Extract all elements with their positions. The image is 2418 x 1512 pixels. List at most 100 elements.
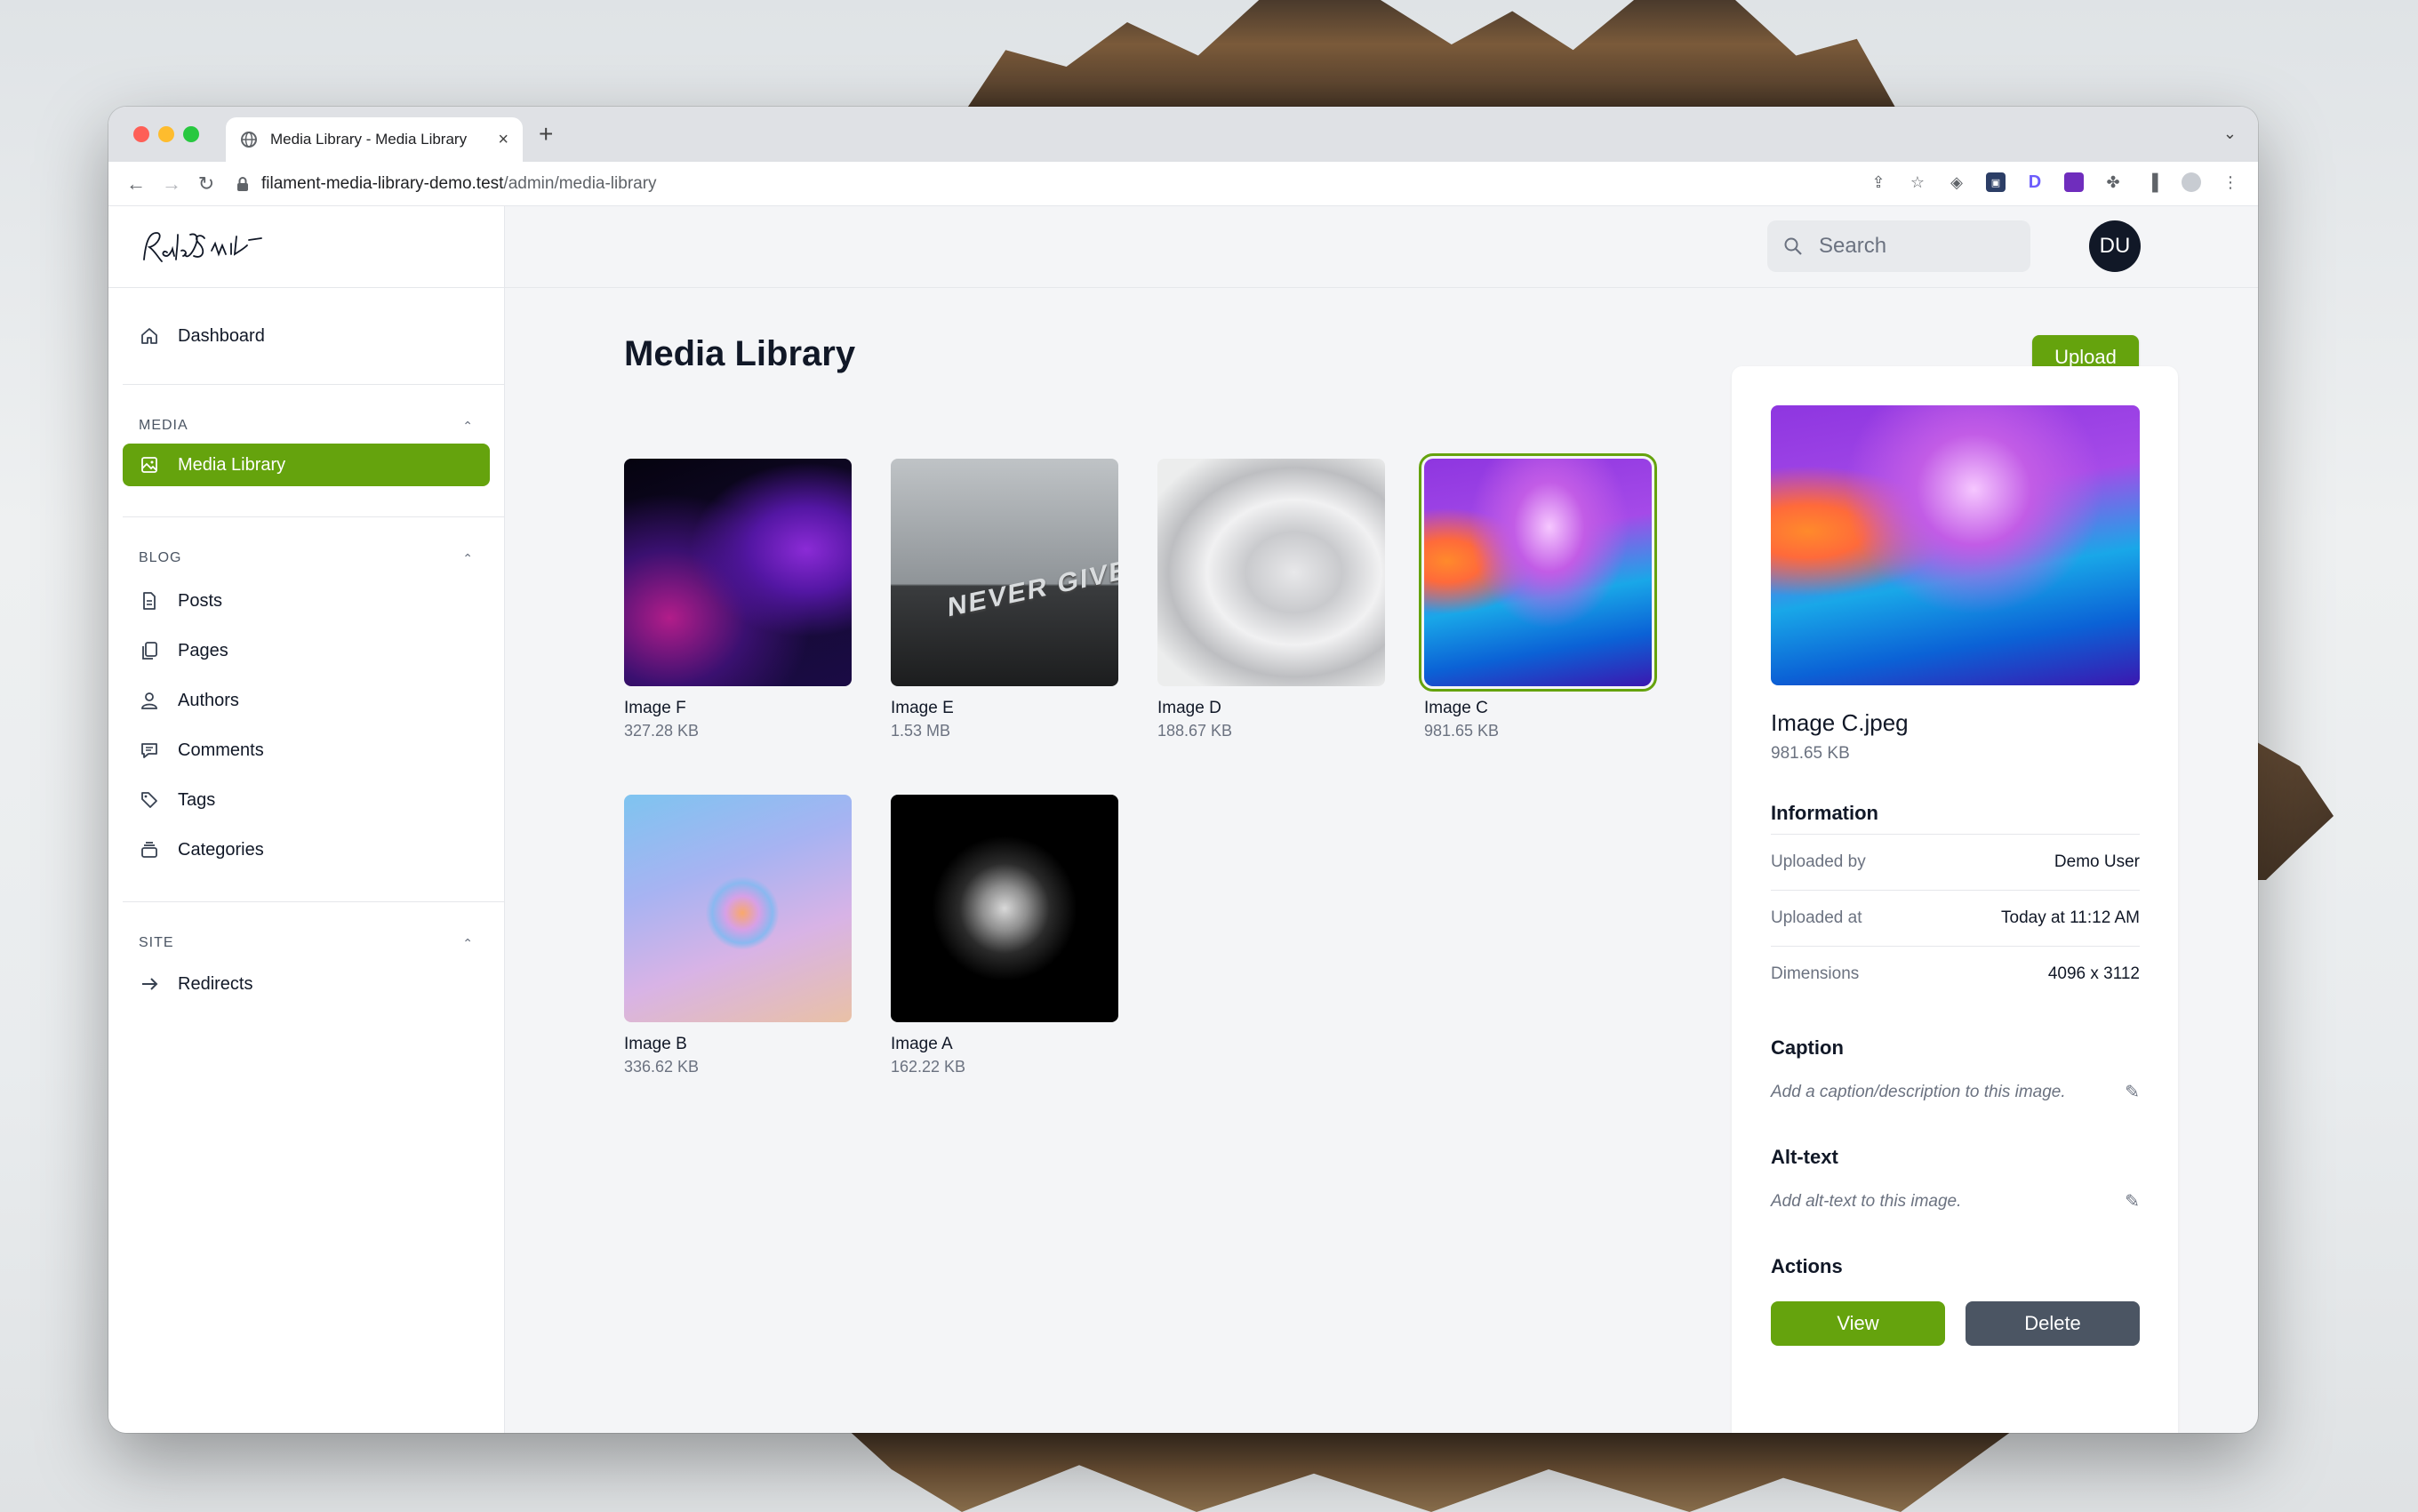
sidebar-item-authors[interactable]: Authors [108, 676, 504, 725]
thumbnail-overlay-text: NEVER GIVE UP [948, 544, 1118, 623]
details-file-size: 981.65 KB [1771, 744, 1850, 763]
back-arrow-icon[interactable]: ← [126, 172, 146, 196]
collection-icon [139, 839, 160, 860]
thumbnail-image[interactable] [624, 795, 852, 1022]
signature-logo [143, 231, 262, 262]
sidebar-group-label: SITE [139, 935, 174, 950]
brand-logo[interactable] [108, 206, 504, 288]
info-row-dimensions: Dimensions 4096 x 3112 [1771, 946, 2140, 1001]
extension-arrow-icon[interactable]: ◈ [1947, 172, 1966, 192]
view-button[interactable]: View [1771, 1301, 1945, 1346]
media-item-image-e[interactable]: NEVER GIVE UP Image E 1.53 MB [891, 459, 1118, 740]
main-content: Search DU Media Library Upload Image F 3… [505, 206, 2258, 1433]
delete-button[interactable]: Delete [1966, 1301, 2140, 1346]
sidebar-item-dashboard[interactable]: Dashboard [108, 315, 504, 357]
info-row-uploaded-by: Uploaded by Demo User [1771, 834, 2140, 889]
globe-icon [241, 132, 257, 148]
media-item-image-c[interactable]: Image C 981.65 KB [1419, 453, 1657, 740]
sidebar-item-tags[interactable]: Tags [108, 775, 504, 825]
puzzle-extensions-icon[interactable]: ✤ [2103, 172, 2123, 192]
chevron-up-icon[interactable]: ⌃ [462, 936, 474, 951]
browser-window: Media Library - Media Library × + ⌄ ← → … [108, 107, 2258, 1433]
forward-arrow-icon[interactable]: → [162, 172, 181, 196]
home-icon [139, 325, 160, 347]
extension-square-icon[interactable]: ▣ [1986, 172, 2006, 192]
sidebar: Dashboard MEDIA ⌃ Media Library BLOG ⌃ P… [108, 206, 505, 1433]
page-title: Media Library [624, 334, 856, 373]
media-item-name: Image E [891, 699, 954, 717]
thumbnail-image[interactable] [624, 459, 852, 686]
users-icon [139, 690, 160, 711]
caption-heading: Caption [1771, 1036, 1844, 1059]
side-panel-icon[interactable]: ▐ [2142, 172, 2162, 192]
pencil-icon[interactable]: ✎ [2125, 1081, 2140, 1103]
search-placeholder: Search [1819, 234, 1887, 258]
media-item-name: Image C [1424, 699, 1488, 717]
sidebar-group-blog[interactable]: BLOG ⌃ [108, 540, 504, 576]
minimize-window-button[interactable] [158, 126, 174, 142]
maximize-window-button[interactable] [183, 126, 199, 142]
top-bar: Search DU [505, 206, 2258, 288]
alt-text-placeholder: Add alt-text to this image. [1771, 1191, 1962, 1211]
url-host: filament-media-library-demo.test [261, 173, 504, 193]
search-input[interactable]: Search [1767, 220, 2030, 272]
sidebar-item-posts[interactable]: Posts [108, 576, 504, 626]
sidebar-item-redirects[interactable]: Redirects [108, 961, 504, 1007]
media-item-size: 162.22 KB [891, 1058, 966, 1076]
sidebar-item-pages[interactable]: Pages [108, 626, 504, 676]
details-panel: Image C.jpeg 981.65 KB Information Uploa… [1732, 366, 2178, 1433]
sidebar-item-label: Tags [178, 789, 216, 810]
close-tab-icon[interactable]: × [498, 130, 508, 150]
extension-d-icon[interactable]: D [2025, 172, 2045, 192]
tag-icon [139, 789, 160, 811]
thumbnail-image[interactable] [891, 795, 1118, 1022]
details-file-name: Image C.jpeg [1771, 709, 1909, 736]
media-item-image-d[interactable]: Image D 188.67 KB [1157, 459, 1385, 740]
sidebar-item-label: Categories [178, 839, 264, 860]
caption-field[interactable]: Add a caption/description to this image.… [1771, 1081, 2140, 1103]
sidebar-item-label: Redirects [178, 973, 253, 994]
kebab-menu-icon[interactable]: ⋮ [2221, 172, 2240, 192]
sidebar-item-label: Pages [178, 640, 228, 660]
media-item-image-a[interactable]: Image A 162.22 KB [891, 795, 1118, 1076]
info-row-uploaded-at: Uploaded at Today at 11:12 AM [1771, 890, 2140, 945]
sidebar-item-media-library[interactable]: Media Library [123, 444, 490, 486]
thumbnail-image[interactable]: NEVER GIVE UP [891, 459, 1118, 686]
close-window-button[interactable] [133, 126, 149, 142]
media-item-size: 336.62 KB [624, 1058, 700, 1076]
sidebar-group-media[interactable]: MEDIA ⌃ [108, 408, 504, 444]
caption-placeholder: Add a caption/description to this image. [1771, 1082, 2066, 1101]
documents-icon [139, 640, 160, 661]
browser-tab[interactable]: Media Library - Media Library × [226, 117, 523, 162]
bookmark-star-icon[interactable]: ☆ [1908, 172, 1927, 192]
chevron-up-icon[interactable]: ⌃ [462, 419, 474, 434]
info-key: Uploaded at [1771, 908, 1862, 927]
sidebar-item-comments[interactable]: Comments [108, 725, 504, 775]
media-item-size: 188.67 KB [1157, 722, 1233, 740]
alt-text-field[interactable]: Add alt-text to this image. ✎ [1771, 1190, 2140, 1212]
thumbnail-image[interactable] [1157, 459, 1385, 686]
alt-text-heading: Alt-text [1771, 1146, 1838, 1168]
profile-avatar-icon[interactable] [2182, 172, 2201, 192]
new-tab-button[interactable]: + [539, 119, 553, 149]
photo-icon [139, 454, 160, 476]
url-field[interactable]: filament-media-library-demo.test/admin/m… [236, 174, 657, 194]
avatar[interactable]: DU [2089, 220, 2141, 272]
share-icon[interactable]: ⇪ [1869, 172, 1888, 192]
sidebar-item-label: Comments [178, 740, 264, 760]
media-item-size: 1.53 MB [891, 722, 951, 740]
thumbnail-image[interactable] [1419, 453, 1657, 692]
reload-icon[interactable]: ↻ [197, 172, 215, 196]
media-item-image-f[interactable]: Image F 327.28 KB [624, 459, 852, 740]
tab-search-chevron-icon[interactable]: ⌄ [2223, 124, 2237, 143]
media-item-image-b[interactable]: Image B 336.62 KB [624, 795, 852, 1076]
chevron-up-icon[interactable]: ⌃ [462, 551, 474, 566]
background-rock-right [2249, 738, 2334, 880]
actions-heading: Actions [1771, 1255, 1843, 1277]
document-icon [139, 590, 160, 612]
sidebar-item-categories[interactable]: Categories [108, 825, 504, 875]
pencil-icon[interactable]: ✎ [2125, 1190, 2140, 1212]
extension-purple-icon[interactable] [2064, 172, 2084, 192]
sidebar-group-site[interactable]: SITE ⌃ [108, 925, 504, 961]
info-value: Demo User [2054, 852, 2140, 871]
